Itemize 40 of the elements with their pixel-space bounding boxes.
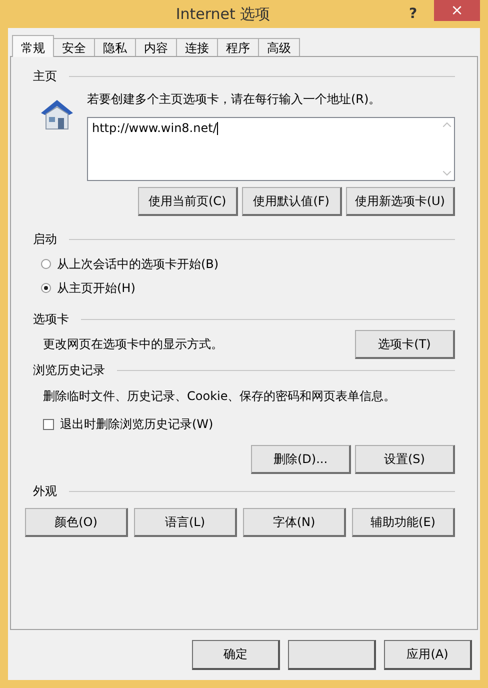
tab[interactable]: 内容: [135, 38, 177, 56]
tabs-button[interactable]: 选项卡(T): [355, 330, 455, 359]
radio-button[interactable]: [41, 259, 51, 269]
dialog-button[interactable]: 删除(D)...: [251, 445, 351, 474]
section-heading: 启动: [33, 230, 57, 248]
section-heading: 选项卡: [33, 310, 69, 328]
dialog-button[interactable]: 辅助功能(E): [352, 508, 455, 537]
radio-label: 从主页开始(H): [57, 280, 136, 296]
instruction-text: 若要创建多个主页选项卡，请在每行输入一个地址(R)。: [87, 91, 382, 108]
tab[interactable]: 安全: [53, 38, 95, 56]
tab[interactable]: 高级: [258, 38, 300, 56]
dialog-button[interactable]: 字体(N): [243, 508, 346, 537]
section-heading: 浏览历史记录: [33, 362, 105, 378]
tab[interactable]: 常规: [12, 35, 54, 57]
dialog-button[interactable]: 设置(S): [355, 445, 455, 474]
dialog-button[interactable]: [288, 640, 376, 670]
dialog-button[interactable]: 应用(A): [384, 640, 472, 670]
checkbox[interactable]: [43, 418, 54, 430]
dialog-button[interactable]: 颜色(O): [25, 508, 128, 537]
tab[interactable]: 连接: [176, 38, 218, 56]
house-icon: [39, 97, 75, 131]
dialog-button[interactable]: 使用默认值(F): [242, 187, 342, 216]
dialog-button[interactable]: 使用新选项卡(U): [346, 187, 455, 216]
field-value: http://www.win8.net/: [92, 121, 217, 135]
window-title: Internet 选项: [174, 4, 272, 24]
section-heading: 主页: [33, 68, 57, 84]
radio-button[interactable]: [41, 283, 51, 293]
radio-label: 从上次会话中的选项卡开始(B): [57, 256, 219, 272]
dialog-button[interactable]: 确定: [192, 640, 280, 670]
dialog-button[interactable]: 使用当前页(C): [138, 187, 238, 216]
section-heading: 外观: [33, 482, 57, 500]
dialog-button[interactable]: 语言(L): [134, 508, 237, 537]
description-text: 删除临时文件、历史记录、Cookie、保存的密码和网页表单信息。: [42, 388, 397, 405]
text-cursor: [216, 122, 218, 136]
description-text: 更改网页在选项卡中的显示方式。: [43, 336, 223, 353]
tab[interactable]: 程序: [217, 38, 259, 56]
close-button[interactable]: ×: [434, 0, 480, 21]
tab[interactable]: 隐私: [94, 38, 136, 56]
help-button[interactable]: ?: [398, 5, 428, 23]
checkbox-label: 退出时删除浏览历史记录(W): [60, 416, 214, 432]
